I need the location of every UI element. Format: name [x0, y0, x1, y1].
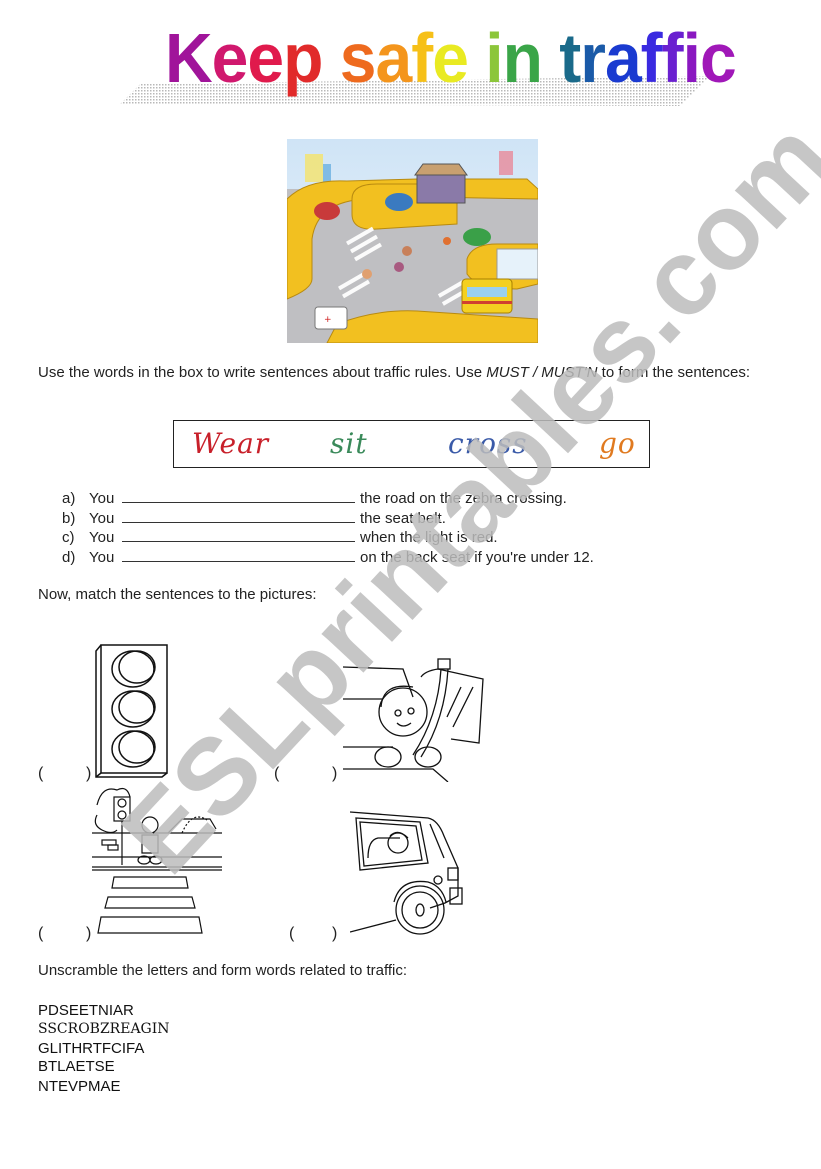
- exercise2-instruction: Now, match the sentences to the pictures…: [38, 586, 317, 603]
- sentence-letter: d): [62, 549, 76, 566]
- instruction-text: Use the words in the box to write senten…: [38, 364, 487, 381]
- title-letter: i: [682, 19, 701, 97]
- sentence-a: a) You the road on the zebra crossing.: [62, 488, 682, 509]
- sentence-rest: when the light is red.: [360, 529, 498, 546]
- answer-blank[interactable]: [122, 508, 355, 523]
- title-letter: a: [604, 19, 642, 97]
- answer-paren-close: ): [86, 925, 92, 942]
- title-letter: e: [432, 19, 469, 97]
- sentence-rest: the road on the zebra crossing.: [360, 490, 567, 507]
- answer-paren-close: ): [332, 925, 338, 942]
- title-letter: c: [699, 19, 737, 97]
- sentence-letter: c): [62, 529, 75, 546]
- instruction-text-end: to form the sentences:: [597, 364, 751, 381]
- traffic-light-picture: [95, 644, 168, 778]
- answer-paren-close: ): [86, 765, 92, 782]
- answer-blank[interactable]: [122, 488, 355, 503]
- title-letter: e: [211, 19, 249, 97]
- title-letter: [542, 16, 559, 100]
- title-letter: n: [502, 19, 543, 97]
- word-wear: Wear: [192, 427, 270, 460]
- title-letter: p: [283, 19, 323, 97]
- title-letter: e: [247, 19, 284, 97]
- exercise1-instruction: Use the words in the box to write senten…: [38, 363, 768, 383]
- word-sit: sit: [330, 427, 368, 460]
- modal-verbs: MUST / MUST'N: [486, 364, 598, 381]
- answer-paren-open[interactable]: (: [274, 765, 279, 783]
- title-letter: [468, 16, 485, 100]
- title-letter: f: [411, 19, 433, 97]
- back-seat-picture: [350, 811, 463, 935]
- title-letter: t: [559, 19, 581, 97]
- sentence-c: c) You when the light is red.: [62, 527, 682, 548]
- sentence-rest: the seat belt.: [360, 510, 446, 527]
- scrambled-word: GLITHRTFCIFA: [38, 1040, 145, 1057]
- answer-paren-close: ): [332, 765, 338, 782]
- title-letter: [322, 16, 339, 100]
- sentence-subject: You: [89, 510, 115, 527]
- answer-blank[interactable]: [122, 527, 355, 542]
- title-letter: a: [375, 19, 413, 97]
- word-go: go: [599, 427, 636, 460]
- sentence-b: b) You the seat belt.: [62, 508, 682, 529]
- sentence-letter: a): [62, 490, 76, 507]
- worksheet-title: Keep safe in traffic: [120, 18, 737, 108]
- title-text: Keep safe in traffic: [165, 16, 737, 100]
- title-letter: i: [485, 19, 503, 97]
- sentence-subject: You: [89, 529, 115, 546]
- word-cross: cross: [448, 427, 528, 460]
- traffic-scene-picture: +: [287, 139, 538, 343]
- title-letter: K: [165, 19, 213, 97]
- sentence-subject: You: [89, 490, 115, 507]
- title-letter: f: [640, 19, 663, 97]
- svg-text:+: +: [324, 315, 332, 325]
- sentence-subject: You: [89, 549, 115, 566]
- answer-paren-open[interactable]: (: [289, 925, 294, 943]
- answer-paren-open[interactable]: (: [38, 765, 43, 783]
- answer-blank[interactable]: [122, 547, 355, 562]
- sentence-rest: on the back seat if you're under 12.: [360, 549, 594, 566]
- scrambled-word: SSCROBZREAGIN: [38, 1021, 170, 1037]
- title-letter: f: [661, 19, 684, 97]
- title-letter: s: [339, 19, 377, 97]
- scrambled-word: NTEVPMAE: [38, 1078, 121, 1095]
- scrambled-word: BTLAETSE: [38, 1058, 115, 1075]
- answer-paren-open[interactable]: (: [38, 925, 43, 943]
- sentence-d: d) You on the back seat if you're under 12…: [62, 547, 682, 568]
- zebra-crossing-picture: [92, 787, 222, 934]
- seat-belt-picture: [343, 658, 484, 782]
- scrambled-word: PDSEETNIAR: [38, 1002, 134, 1019]
- word-box: Wear sit cross go: [173, 420, 650, 468]
- sentence-letter: b): [62, 510, 76, 527]
- exercise3-instruction: Unscramble the letters and form words re…: [38, 962, 408, 979]
- title-letter: r: [580, 19, 606, 97]
